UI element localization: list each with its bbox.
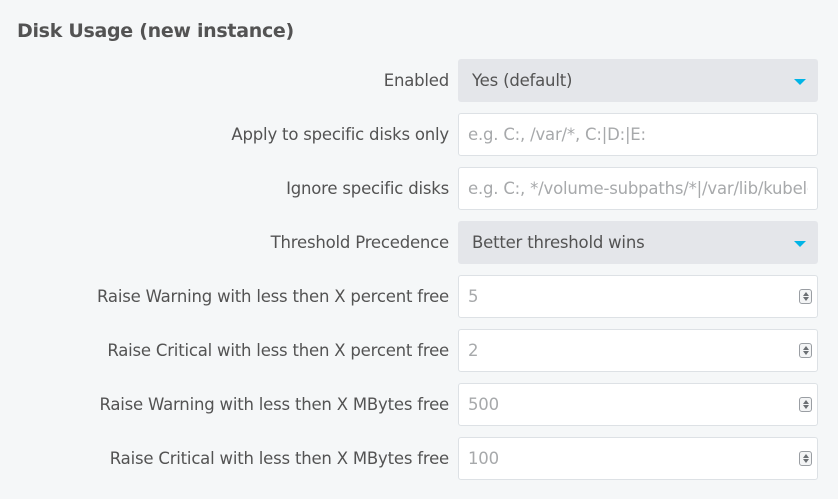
field-row-warn-percent: Raise Warning with less then X percent f… [0, 275, 838, 329]
field-row-crit-mbytes: Raise Critical with less then X MBytes f… [0, 437, 838, 491]
warn-percent-label: Raise Warning with less then X percent f… [97, 287, 449, 306]
ignore-disks-label: Ignore specific disks [286, 179, 449, 198]
crit-percent-field [458, 329, 818, 372]
warn-mbytes-label: Raise Warning with less then X MBytes fr… [99, 395, 449, 414]
apply-disks-input[interactable] [459, 114, 817, 155]
settings-page: Disk Usage (new instance) Enabled Yes (d… [0, 0, 838, 499]
spinner-up-icon[interactable] [803, 346, 809, 350]
field-row-enabled: Enabled Yes (default) [0, 59, 838, 113]
spinner-up-icon[interactable] [803, 454, 809, 458]
field-row-crit-percent: Raise Critical with less then X percent … [0, 329, 838, 383]
number-spinner-icon[interactable] [799, 397, 812, 412]
crit-percent-input[interactable] [459, 330, 817, 371]
field-row-warn-mbytes: Raise Warning with less then X MBytes fr… [0, 383, 838, 437]
threshold-precedence-label: Threshold Precedence [270, 233, 450, 252]
section-title: Disk Usage (new instance) [17, 20, 294, 42]
crit-mbytes-field [458, 437, 818, 480]
spinner-down-icon[interactable] [803, 405, 809, 409]
crit-mbytes-label: Raise Critical with less then X MBytes f… [109, 449, 449, 468]
threshold-precedence-select[interactable]: Better threshold wins [458, 221, 818, 264]
crit-percent-label: Raise Critical with less then X percent … [107, 341, 449, 360]
spinner-down-icon[interactable] [803, 351, 809, 355]
enabled-select-value: Yes (default) [472, 71, 573, 90]
warn-percent-field [458, 275, 818, 318]
warn-mbytes-field [458, 383, 818, 426]
number-spinner-icon[interactable] [799, 451, 812, 466]
enabled-label: Enabled [383, 71, 449, 90]
spinner-up-icon[interactable] [803, 400, 809, 404]
chevron-down-icon [794, 241, 806, 247]
spinner-down-icon[interactable] [803, 297, 809, 301]
field-row-apply-disks: Apply to specific disks only [0, 113, 838, 167]
chevron-down-icon [794, 79, 806, 85]
ignore-disks-field [458, 167, 818, 210]
spinner-down-icon[interactable] [803, 459, 809, 463]
number-spinner-icon[interactable] [799, 289, 812, 304]
number-spinner-icon[interactable] [799, 343, 812, 358]
apply-disks-label: Apply to specific disks only [231, 125, 449, 144]
disk-usage-form: Enabled Yes (default) Apply to specific … [0, 59, 838, 491]
field-row-ignore-disks: Ignore specific disks [0, 167, 838, 221]
crit-mbytes-input[interactable] [459, 438, 817, 479]
spinner-up-icon[interactable] [803, 292, 809, 296]
apply-disks-field [458, 113, 818, 156]
warn-mbytes-input[interactable] [459, 384, 817, 425]
ignore-disks-input[interactable] [459, 168, 817, 209]
enabled-select[interactable]: Yes (default) [458, 59, 818, 102]
warn-percent-input[interactable] [459, 276, 817, 317]
field-row-threshold-precedence: Threshold Precedence Better threshold wi… [0, 221, 838, 275]
threshold-precedence-select-value: Better threshold wins [472, 233, 645, 252]
